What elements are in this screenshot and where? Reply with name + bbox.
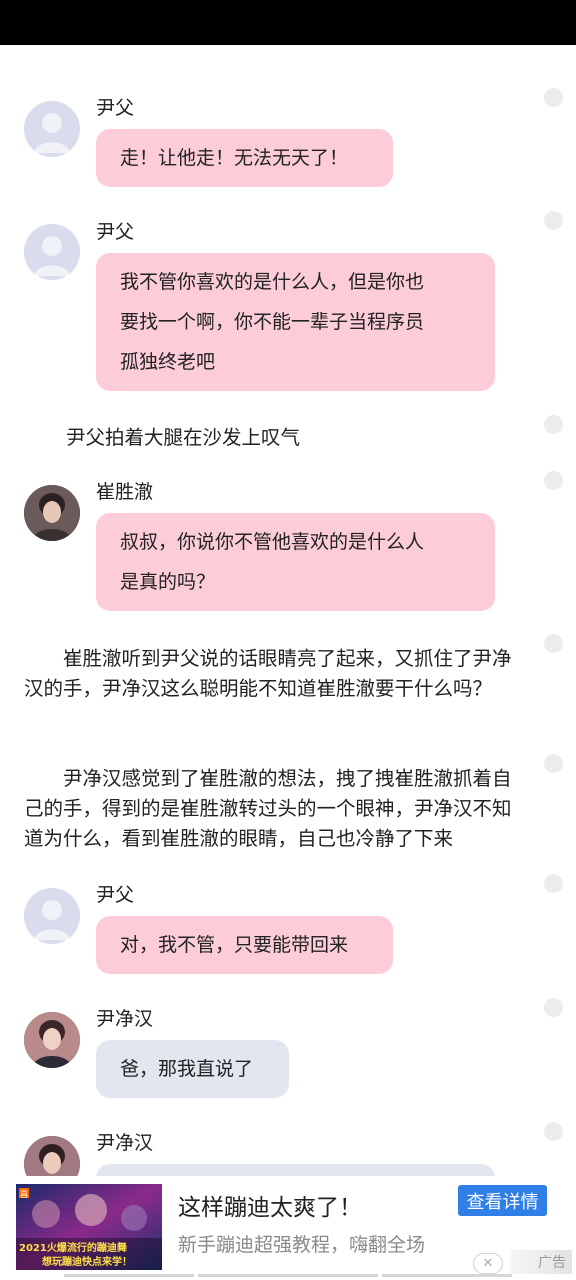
paragraph-comment-dot[interactable] (544, 415, 563, 434)
bubble-line: 要找一个啊，你不能一辈子当程序员 (120, 311, 425, 333)
dialogue-bubble: 走！让他走！无法无天了！ (96, 129, 393, 187)
avatar-default[interactable] (24, 888, 80, 944)
avatar-default[interactable] (24, 224, 80, 280)
ad-progress-segment (64, 1274, 194, 1277)
dialogue-bubble: 叔叔，你说你不管他喜欢的是什么人 是真的吗？ (96, 513, 495, 611)
paragraph-comment-dot[interactable] (544, 88, 563, 107)
avatar-default[interactable] (24, 101, 80, 157)
ad-progress-segment (198, 1274, 378, 1277)
status-bar (0, 0, 576, 45)
bubble-line: 对，我不管，只要能带回来 (120, 934, 349, 956)
bubble-line: 我不管你喜欢的是什么人，但是你也 (120, 271, 425, 293)
paragraph-comment-dot[interactable] (544, 1122, 563, 1141)
speaker-name: 尹父 (96, 221, 135, 243)
narration-paragraph: 崔胜澈听到尹父说的话眼睛亮了起来，又抓住了尹净汉的手，尹净汉这么聪明能不知道崔胜… (24, 647, 512, 700)
ad-image-badge: 昌 (20, 1190, 28, 1199)
bubble-line: 爸，那我直说了 (120, 1058, 254, 1080)
ad-close-icon[interactable]: ✕ (473, 1253, 503, 1274)
ad-banner[interactable]: 2021火爆流行的蹦迪舞 想玩蹦迪快点来学！ 昌 这样蹦迪太爽了！ 新手蹦迪超强… (0, 1176, 576, 1280)
ad-view-details-button[interactable]: 查看详情 (458, 1185, 547, 1216)
dialogue-bubble: 我不管你喜欢的是什么人，但是你也 要找一个啊，你不能一辈子当程序员 孤独终老吧 (96, 253, 495, 391)
paragraph-comment-dot[interactable] (544, 211, 563, 230)
paragraph-comment-dot[interactable] (544, 471, 563, 490)
bubble-line: 孤独终老吧 (120, 351, 216, 373)
avatar-photo[interactable] (24, 485, 80, 541)
ad-image[interactable]: 2021火爆流行的蹦迪舞 想玩蹦迪快点来学！ 昌 (16, 1184, 162, 1270)
ad-title[interactable]: 这样蹦迪太爽了！ (178, 1188, 362, 1222)
bubble-line: 是真的吗？ (120, 571, 216, 593)
ad-label: 广告 (510, 1250, 572, 1274)
dialogue-bubble: 爸，那我直说了 (96, 1040, 289, 1098)
dialogue-bubble: 对，我不管，只要能带回来 (96, 916, 393, 974)
paragraph-comment-dot[interactable] (544, 754, 563, 773)
speaker-name: 崔胜澈 (96, 481, 154, 503)
ad-subtitle[interactable]: 新手蹦迪超强教程，嗨翻全场 (178, 1230, 425, 1257)
bubble-line: 走！让他走！无法无天了！ (120, 147, 349, 169)
speaker-name: 尹父 (96, 884, 135, 906)
speaker-name: 尹父 (96, 97, 135, 119)
speaker-name: 尹净汉 (96, 1132, 154, 1154)
speaker-name: 尹净汉 (96, 1008, 154, 1030)
paragraph-comment-dot[interactable] (544, 998, 563, 1017)
ad-image-caption-2: 想玩蹦迪快点来学！ (41, 1255, 132, 1268)
ad-label-text: 广告 (538, 1255, 566, 1271)
bubble-line: 叔叔，你说你不管他喜欢的是什么人 (120, 531, 425, 553)
paragraph-comment-dot[interactable] (544, 634, 563, 653)
paragraph-comment-dot[interactable] (544, 874, 563, 893)
narration-paragraph: 尹净汉感觉到了崔胜澈的想法，拽了拽崔胜澈抓着自己的手，得到的是崔胜澈转过头的一个… (24, 767, 512, 850)
ad-progress-segment (382, 1274, 512, 1277)
ad-image-caption-1: 2021火爆流行的蹦迪舞 (19, 1241, 127, 1254)
avatar-photo[interactable] (24, 1012, 80, 1068)
narration-paragraph: 尹父拍着大腿在沙发上叹气 (66, 426, 301, 449)
